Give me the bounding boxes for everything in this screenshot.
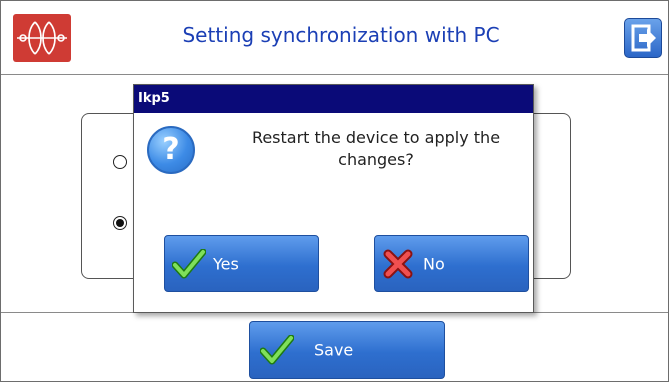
synchronization-logo-icon <box>13 14 71 62</box>
exit-icon <box>631 24 656 52</box>
yes-button[interactable]: Yes <box>164 235 319 292</box>
option-radio-2[interactable] <box>113 216 127 230</box>
dialog-message-line2: changes? <box>338 150 414 169</box>
save-button-label: Save <box>314 340 354 360</box>
save-button[interactable]: Save <box>249 321 445 379</box>
dialog-title: Ikp5 <box>138 91 170 106</box>
yes-button-label: Yes <box>213 254 239 273</box>
no-button[interactable]: No <box>374 235 529 292</box>
question-icon: ? <box>147 126 195 174</box>
page-title: Setting synchronization with PC <box>182 23 500 47</box>
check-icon <box>172 248 206 278</box>
dialog-message: Restart the device to apply the changes? <box>226 127 526 171</box>
exit-button[interactable] <box>624 18 662 58</box>
no-button-label: No <box>423 254 445 273</box>
x-icon <box>383 249 413 278</box>
dialog-message-line1: Restart the device to apply the <box>251 128 501 147</box>
restart-dialog: Ikp5 ? Restart the device to apply the c… <box>133 84 534 313</box>
app-screen: Setting synchronization with PC Save Ikp… <box>0 0 669 382</box>
dialog-titlebar: Ikp5 <box>134 85 533 113</box>
option-radio-1[interactable] <box>113 155 127 169</box>
check-icon <box>260 335 294 365</box>
header-bar: Setting synchronization with PC <box>1 1 668 75</box>
